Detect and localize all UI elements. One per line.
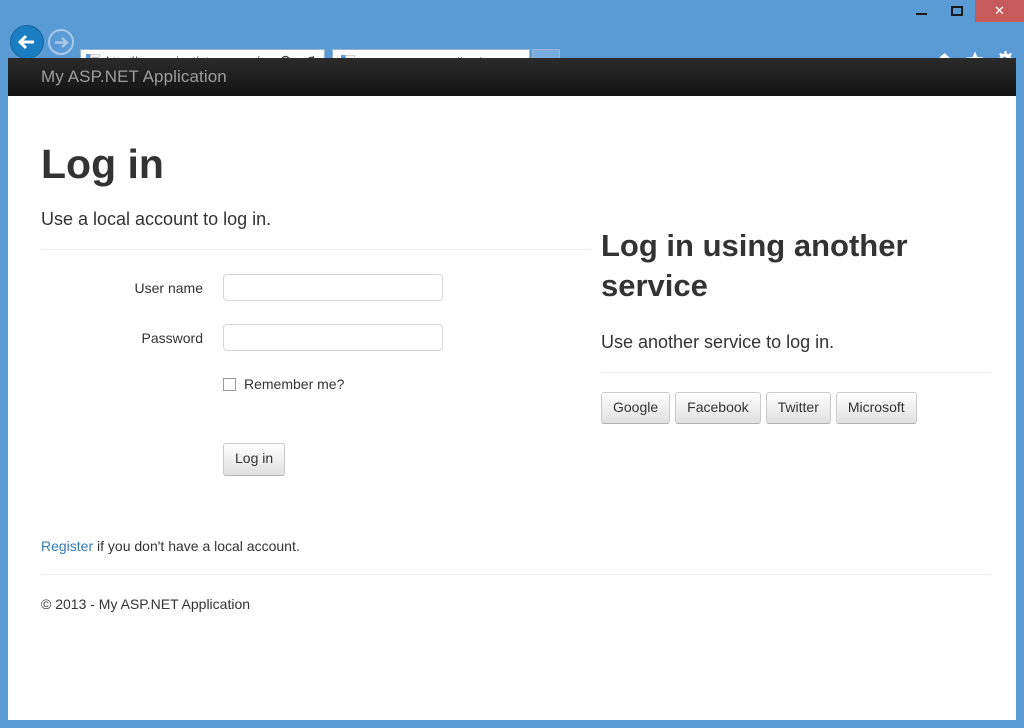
minimize-icon: [916, 13, 927, 15]
local-login-column: Log in Use a local account to log in. Us…: [41, 96, 591, 554]
register-link[interactable]: Register: [41, 538, 93, 554]
arrow-left-icon: [17, 34, 37, 50]
arrow-right-icon: [53, 36, 69, 49]
external-login-column: Log in using another service Use another…: [601, 96, 991, 424]
password-input[interactable]: [223, 324, 443, 351]
local-login-divider: [41, 249, 591, 250]
remember-me-checkbox[interactable]: [223, 378, 236, 391]
title-bar: ✕: [0, 0, 1024, 22]
form-row-submit: Log in: [41, 443, 591, 476]
form-row-remember-me: Remember me?: [41, 374, 591, 408]
footer-divider: [41, 574, 991, 575]
provider-button-facebook[interactable]: Facebook: [675, 392, 760, 425]
provider-button-google[interactable]: Google: [601, 392, 670, 425]
form-row-password: Password: [41, 324, 591, 374]
page-content: Log in Use a local account to log in. Us…: [8, 96, 1016, 700]
register-rest-text: if you don't have a local account.: [93, 538, 300, 554]
form-row-username: User name: [41, 274, 591, 324]
browser-toolbar: http://www.wingtiptoys.com/: [0, 22, 1024, 58]
page-viewport: My ASP.NET Application Log in Use a loca…: [8, 58, 1016, 720]
external-login-subtitle: Use another service to log in.: [601, 332, 991, 353]
page-title: Log in: [41, 142, 591, 187]
local-login-subtitle: Use a local account to log in.: [41, 209, 591, 230]
provider-button-microsoft[interactable]: Microsoft: [836, 392, 917, 425]
maximize-icon: [951, 6, 963, 16]
register-line: Register if you don't have a local accou…: [41, 538, 591, 554]
navbar-brand[interactable]: My ASP.NET Application: [41, 67, 227, 87]
back-button[interactable]: [10, 25, 44, 59]
log-in-button[interactable]: Log in: [223, 443, 285, 476]
close-button[interactable]: ✕: [975, 0, 1024, 22]
external-provider-buttons: Google Facebook Twitter Microsoft: [601, 392, 991, 425]
login-form: User name Password Remember me? Log in: [41, 274, 591, 476]
minimize-button[interactable]: [903, 0, 939, 22]
page-footer: © 2013 - My ASP.NET Application: [41, 574, 991, 612]
footer-copyright: © 2013 - My ASP.NET Application: [41, 596, 991, 612]
provider-button-twitter[interactable]: Twitter: [766, 392, 831, 425]
external-login-heading: Log in using another service: [601, 226, 991, 307]
browser-window: ✕ http://www.wingtiptoys.com/: [0, 0, 1024, 728]
remember-me-label[interactable]: Remember me?: [244, 374, 344, 395]
forward-button[interactable]: [48, 29, 74, 55]
site-navbar: My ASP.NET Application: [8, 58, 1016, 96]
external-login-divider: [601, 372, 991, 373]
maximize-button[interactable]: [939, 0, 975, 22]
close-icon: ✕: [994, 5, 1005, 18]
password-label: Password: [41, 324, 203, 352]
username-input[interactable]: [223, 274, 443, 301]
username-label: User name: [41, 274, 203, 302]
window-controls: ✕: [903, 0, 1024, 22]
